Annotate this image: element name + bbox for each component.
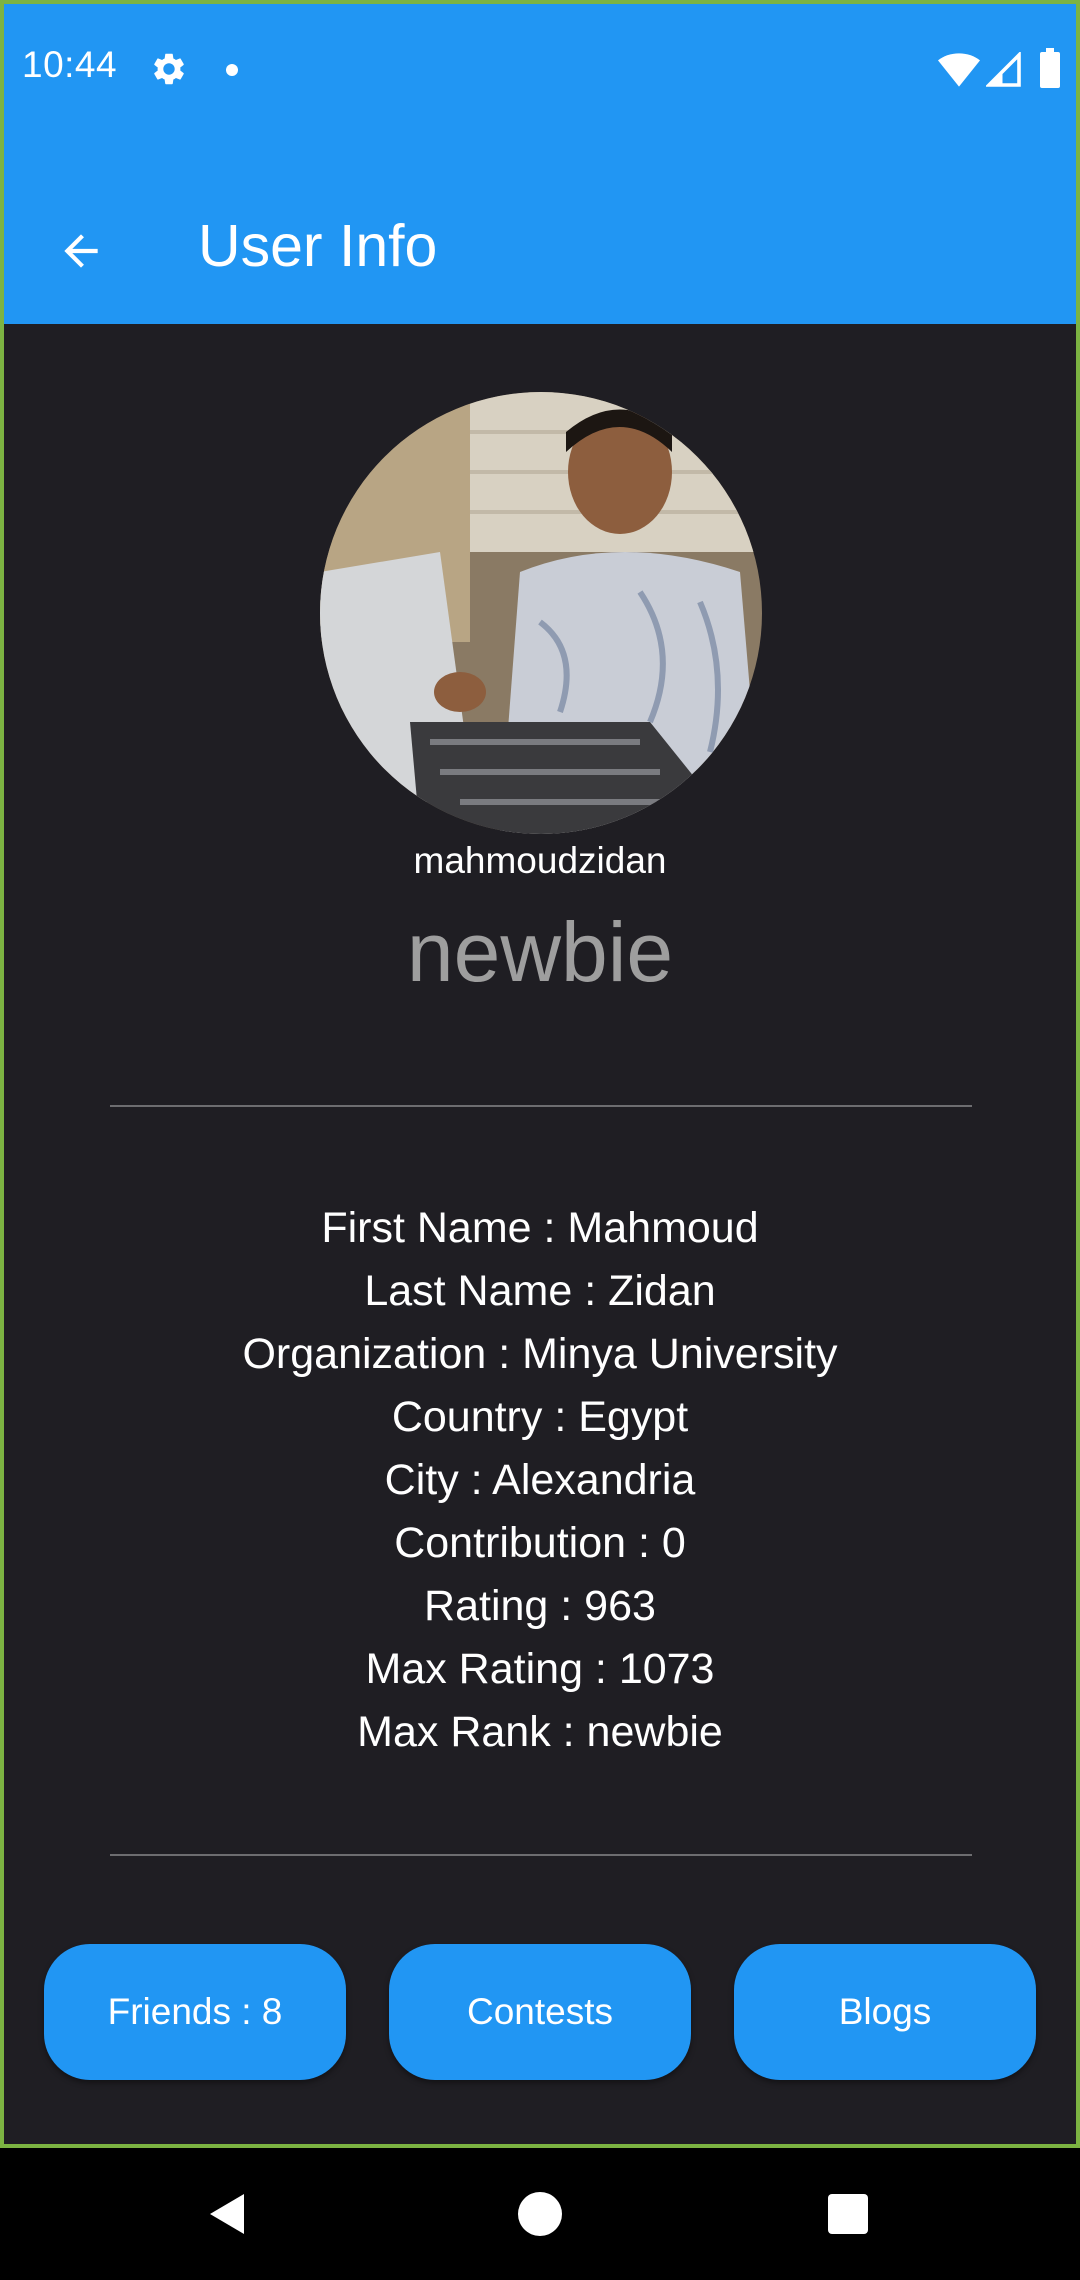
blogs-button[interactable]: Blogs [734, 1944, 1036, 2080]
divider-bottom [110, 1854, 972, 1856]
user-rank: newbie [406, 905, 674, 999]
status-time: 10:44 [22, 44, 118, 85]
friends-button[interactable]: Friends : 8 [44, 1944, 346, 2080]
info-first-name: First Name : Mahmoud [321, 1204, 759, 1252]
divider-top [110, 1105, 972, 1107]
profile-photo [320, 392, 762, 834]
signal-icon [986, 52, 1021, 87]
system-nav-bar [0, 2148, 1080, 2280]
notification-dot-icon [226, 64, 238, 76]
avatar [320, 392, 762, 834]
battery-icon [1040, 48, 1060, 88]
info-max-rank: Max Rank : newbie [357, 1708, 723, 1756]
arrow-back-icon [64, 234, 98, 268]
info-country: Country : Egypt [391, 1393, 689, 1441]
status-bar: 10:44 [4, 4, 1076, 136]
page-title: User Info [198, 213, 438, 279]
info-city: City : Alexandria [384, 1456, 696, 1504]
info-contribution: Contribution : 0 [394, 1519, 686, 1567]
nav-back-icon[interactable] [204, 2190, 252, 2238]
contests-button[interactable]: Contests [389, 1944, 691, 2080]
info-max-rating: Max Rating : 1073 [365, 1645, 715, 1693]
info-organization: Organization : Minya University [242, 1330, 838, 1378]
nav-home-icon[interactable] [518, 2192, 562, 2236]
info-last-name: Last Name : Zidan [364, 1267, 716, 1315]
info-rating: Rating : 963 [424, 1582, 656, 1630]
user-info-list: First Name : Mahmoud Last Name : Zidan O… [4, 1197, 1076, 1764]
app-frame: 10:44 User Info mahmoudzidan newbie Firs… [0, 0, 1080, 2148]
nav-recents-icon[interactable] [828, 2194, 868, 2234]
back-button[interactable] [34, 216, 128, 286]
user-handle: mahmoudzidan [413, 840, 667, 881]
app-bar: 10:44 User Info [4, 4, 1076, 324]
gear-icon [154, 53, 184, 85]
wifi-icon [938, 53, 980, 87]
